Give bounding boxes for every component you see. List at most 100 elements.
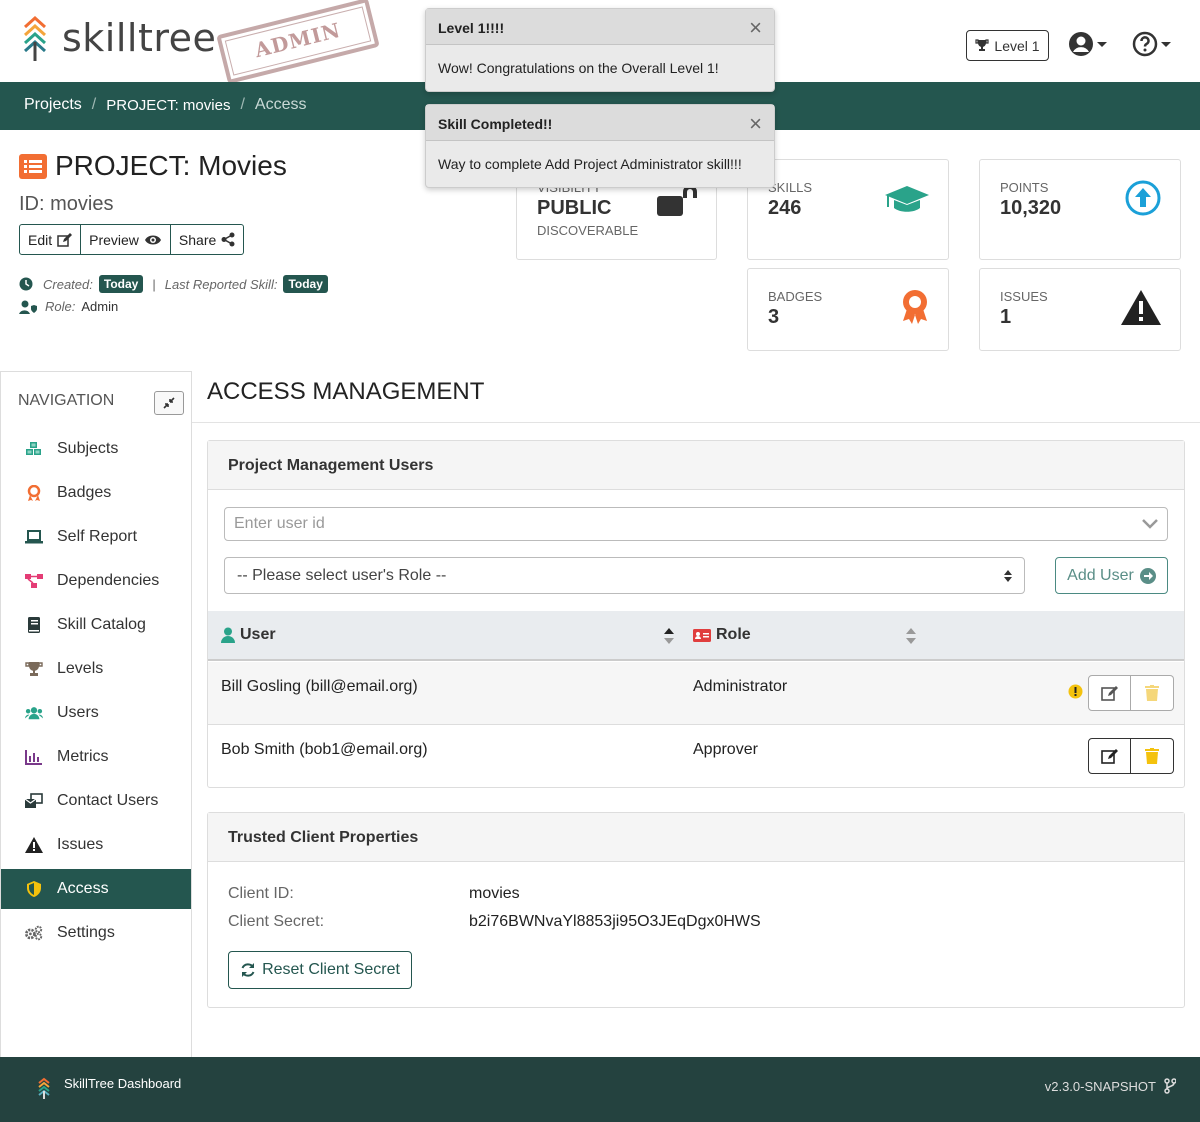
award-icon [903,290,927,324]
sidebar-item-metrics[interactable]: Metrics [1,737,191,777]
sort-icon[interactable] [906,628,916,644]
footer: SkillTree Dashboard v2.3.0-SNAPSHOT [0,1057,1200,1122]
lock-open-icon [657,185,697,216]
trusted-client-properties-panel: Trusted Client Properties Client ID: mov… [207,812,1185,1008]
card-label: BADGES [768,289,823,304]
skills-card: SKILLS 246 [747,159,949,260]
delete-user-button[interactable] [1131,675,1174,711]
project-title: PROJECT: Movies [55,150,287,181]
edit-user-button[interactable] [1088,675,1131,711]
footer-app-name: SkillTree Dashboard [64,1076,182,1091]
help-menu[interactable] [1132,30,1174,58]
sidebar-item-contact-users[interactable]: Contact Users [1,781,191,821]
toast-title: Level 1!!!! [438,20,505,36]
level-button[interactable]: Level 1 [966,30,1049,61]
cogs-icon [25,925,43,941]
card-value: PUBLIC [537,197,612,219]
badges-card: BADGES 3 [747,268,949,351]
sidebar-item-users[interactable]: Users [1,693,191,733]
chevron-down-icon [1097,41,1107,47]
sidebar-item-subjects[interactable]: Subjects [1,429,191,469]
sidebar-item-self-report[interactable]: Self Report [1,517,191,557]
toast-body: Way to complete Add Project Administrato… [438,156,742,172]
column-user[interactable]: User [221,626,276,644]
breadcrumb-separator: / [240,96,245,113]
trash-icon [1145,748,1159,764]
role-label: Role: [45,299,76,314]
breadcrumb-project[interactable]: PROJECT: movies [106,97,230,114]
sidebar-item-settings[interactable]: Settings [1,913,191,953]
toast-skill: Skill Completed!! × Way to complete Add P… [425,104,775,188]
sidebar-item-access[interactable]: Access [1,869,191,909]
admin-stamp: ADMIN [216,0,380,85]
book-icon [28,617,40,633]
sidebar-item-dependencies[interactable]: Dependencies [1,561,191,601]
role-cell: Administrator [693,678,788,695]
add-user-button[interactable]: Add User [1055,557,1168,594]
last-reported-label: Last Reported Skill: [164,276,278,292]
breadcrumb-separator: / [91,96,97,113]
user-menu[interactable] [1068,30,1110,58]
code-branch-icon[interactable] [1164,1078,1176,1094]
card-sub: DISCOVERABLE [537,223,639,238]
edit-icon [1100,749,1118,764]
created-label: Created: [43,276,93,292]
sync-icon [241,963,255,977]
meta-separator: | [152,276,156,292]
laptop-icon [25,530,43,544]
client-secret-label: Client Secret: [228,913,325,930]
share-button[interactable]: Share [170,224,245,255]
level-label: Level 1 [994,37,1040,54]
divider [192,422,1200,423]
client-id-label: Client ID: [228,885,294,902]
clock-icon [19,277,33,291]
trophy-icon [25,662,43,676]
breadcrumb-projects[interactable]: Projects [24,96,82,114]
add-user-label: Add User [1067,566,1134,584]
reset-client-secret-button[interactable]: Reset Client Secret [228,951,412,989]
last-reported-badge: Today [283,275,328,293]
sidebar-item-issues[interactable]: Issues [1,825,191,865]
exclamation-triangle-icon [25,837,43,853]
sidebar-item-label: Levels [57,660,104,677]
delete-user-button[interactable] [1131,738,1174,774]
card-value: 246 [768,197,802,219]
user-id-input[interactable]: Enter user id [224,507,1168,541]
exclamation-triangle-icon [1121,290,1161,325]
sidebar-item-skill-catalog[interactable]: Skill Catalog [1,605,191,645]
preview-button[interactable]: Preview [81,224,171,255]
sort-icon [1004,570,1012,582]
users-table-header: User Role [208,611,1184,661]
close-icon[interactable]: × [749,111,762,137]
share-alt-icon [221,232,235,247]
sidebar-item-levels[interactable]: Levels [1,649,191,689]
skilltree-logo-icon[interactable] [22,15,48,66]
sidebar-item-label: Dependencies [57,572,160,589]
skilltree-logo-icon [38,1077,50,1099]
sidebar-item-label: Metrics [57,748,109,765]
project-dates: Created: Today | Last Reported Skill: To… [19,275,328,293]
edit-user-button[interactable] [1088,738,1131,774]
user-cell: Bob Smith (bob1@email.org) [221,741,428,758]
panel-title: Trusted Client Properties [208,813,1184,862]
sidebar-item-label: Subjects [57,440,119,457]
users-icon [25,707,43,720]
sidebar-item-badges[interactable]: Badges [1,473,191,513]
logo-text[interactable]: skilltree [62,16,216,60]
sidebar-item-label: Issues [57,836,104,853]
footer-version: v2.3.0-SNAPSHOT [1044,1079,1156,1094]
issues-card: ISSUES 1 [979,268,1181,351]
close-icon[interactable]: × [749,15,762,41]
role-select[interactable]: -- Please select user's Role -- [224,557,1025,594]
edit-button[interactable]: Edit [19,224,82,255]
sidebar-item-label: Users [57,704,99,721]
collapse-nav-button[interactable] [154,391,184,415]
sort-ascending-icon[interactable] [664,628,674,644]
user-id-placeholder: Enter user id [234,515,325,532]
page-title: ACCESS MANAGEMENT [207,378,485,405]
table-row: Bill Gosling (bill@email.org) Administra… [208,662,1184,725]
toast-title: Skill Completed!! [438,116,553,132]
sidebar-item-label: Access [57,880,109,897]
column-role[interactable]: Role [693,626,751,644]
client-secret-value: b2i76BWNvaYl8853ji95O3JEqDgx0HWS [469,913,761,930]
